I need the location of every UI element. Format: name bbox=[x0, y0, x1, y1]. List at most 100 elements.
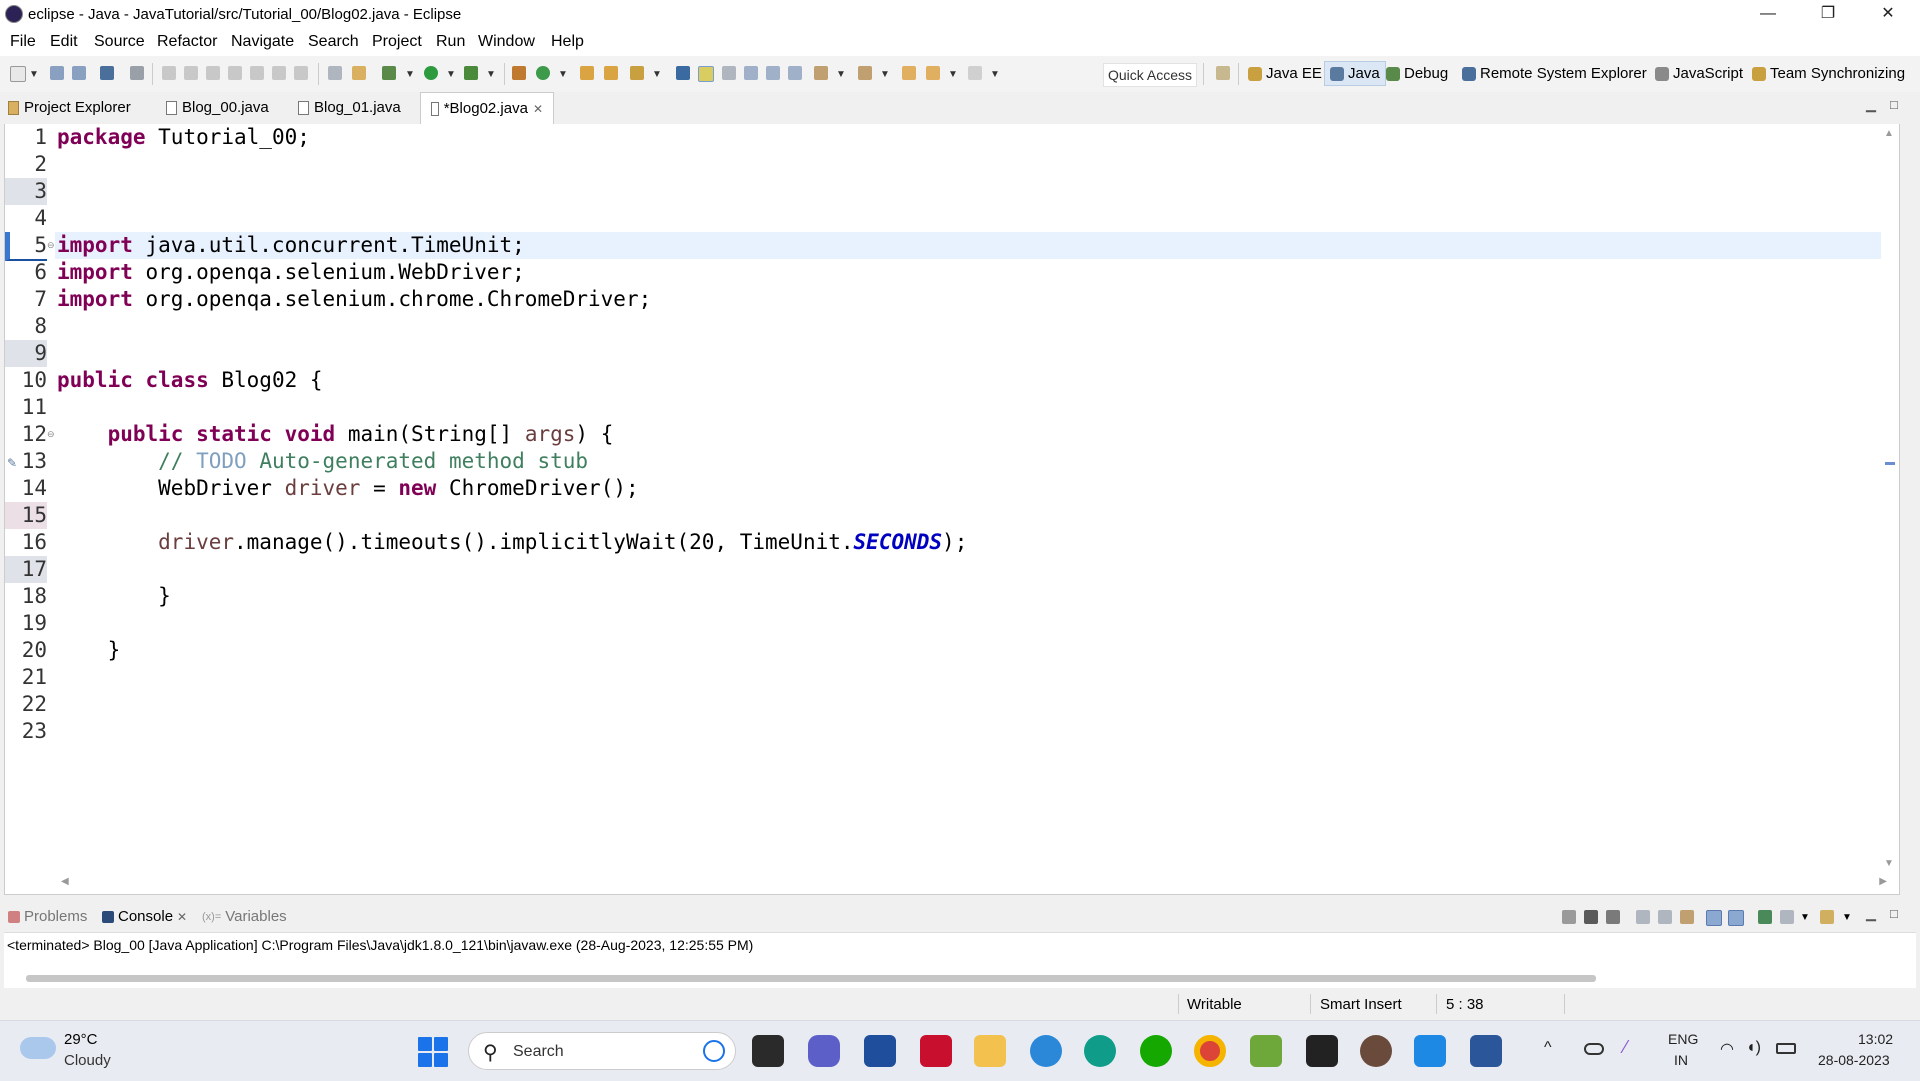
perspective-remote-system-explorer[interactable]: Remote System Explorer bbox=[1462, 65, 1647, 82]
pin-console-icon[interactable] bbox=[1758, 910, 1772, 924]
console-output[interactable]: <terminated> Blog_00 [Java Application] … bbox=[4, 932, 1916, 989]
menu-window[interactable]: Window bbox=[478, 33, 535, 51]
notepad-plus-plus-icon[interactable] bbox=[1250, 1035, 1282, 1067]
overview-marker[interactable] bbox=[1885, 462, 1895, 465]
tab-blog-01[interactable]: Blog_01.java bbox=[298, 99, 401, 116]
new-icon[interactable] bbox=[10, 66, 26, 82]
resume-icon[interactable] bbox=[162, 66, 176, 80]
previous-annotation-icon[interactable] bbox=[858, 66, 872, 80]
weather-temperature[interactable]: 29°C bbox=[64, 1031, 98, 1048]
eclipse-taskbar-icon[interactable] bbox=[1360, 1035, 1392, 1067]
save-icon[interactable] bbox=[50, 66, 64, 80]
remove-all-terminated-icon[interactable] bbox=[1606, 910, 1620, 924]
chrome-icon[interactable] bbox=[1194, 1035, 1226, 1067]
menu-help[interactable]: Help bbox=[551, 33, 584, 51]
step-into-icon[interactable] bbox=[250, 66, 264, 80]
chevron-down-icon[interactable]: ▼ bbox=[446, 69, 456, 80]
scroll-right-icon[interactable]: ▶ bbox=[1879, 876, 1887, 887]
scroll-left-icon[interactable]: ◀ bbox=[61, 876, 69, 887]
cloudy-weather-icon[interactable] bbox=[20, 1037, 56, 1059]
notepad-icon[interactable] bbox=[1414, 1035, 1446, 1067]
perspective-debug[interactable]: Debug bbox=[1386, 65, 1448, 82]
console-scrollbar-thumb[interactable] bbox=[26, 975, 1596, 982]
disconnect-icon[interactable] bbox=[228, 66, 242, 80]
suspend-icon[interactable] bbox=[184, 66, 198, 80]
minimize-editor-icon[interactable]: ▁ bbox=[1866, 97, 1876, 113]
remove-launch-icon[interactable] bbox=[1584, 910, 1598, 924]
status-insert-mode[interactable]: Smart Insert bbox=[1320, 996, 1402, 1013]
scroll-up-icon[interactable]: ▲ bbox=[1884, 128, 1894, 139]
mcafee-icon[interactable] bbox=[920, 1035, 952, 1067]
perspective-java[interactable]: Java bbox=[1324, 61, 1386, 86]
weather-description[interactable]: Cloudy bbox=[64, 1052, 111, 1069]
use-step-filters-icon[interactable] bbox=[352, 66, 366, 80]
chevron-down-icon[interactable]: ▼ bbox=[990, 69, 1000, 80]
step-return-icon[interactable] bbox=[294, 66, 308, 80]
open-perspective-icon[interactable] bbox=[1216, 66, 1230, 80]
taskbar-search-box[interactable]: ⚲ Search bbox=[468, 1032, 736, 1070]
formatter-icon[interactable] bbox=[788, 66, 802, 80]
chevron-up-icon[interactable]: ^ bbox=[1544, 1039, 1552, 1057]
edge-icon[interactable] bbox=[1084, 1035, 1116, 1067]
scroll-lock-icon[interactable] bbox=[1658, 910, 1672, 924]
terminate-icon[interactable] bbox=[1562, 910, 1576, 924]
menu-run[interactable]: Run bbox=[436, 33, 465, 51]
scroll-down-icon[interactable]: ▼ bbox=[1884, 858, 1894, 869]
minimize-button[interactable]: — bbox=[1740, 0, 1796, 28]
code-editor[interactable]: 1 2 3 4 5 6 7 8 9 10 11 12 13 14 15 16 1… bbox=[4, 124, 1900, 895]
language-indicator[interactable]: ENG bbox=[1668, 1031, 1698, 1047]
wifi-icon[interactable]: ◠ bbox=[1720, 1039, 1734, 1059]
task-view-icon[interactable] bbox=[752, 1035, 784, 1067]
quick-access-field[interactable]: Quick Access bbox=[1103, 63, 1197, 87]
chevron-down-icon[interactable]: ▼ bbox=[486, 69, 496, 80]
volume-icon[interactable]: ◖) bbox=[1746, 1039, 1761, 1057]
menu-edit[interactable]: Edit bbox=[50, 33, 78, 51]
close-button[interactable]: ✕ bbox=[1860, 0, 1916, 28]
new-class-icon[interactable] bbox=[536, 66, 550, 80]
chevron-down-icon[interactable]: ▼ bbox=[1800, 912, 1810, 923]
run-icon[interactable] bbox=[424, 66, 438, 80]
chevron-down-icon[interactable]: ▼ bbox=[948, 69, 958, 80]
clock-time[interactable]: 13:02 bbox=[1858, 1031, 1893, 1047]
open-task-icon[interactable] bbox=[604, 66, 618, 80]
next-annotation-icon[interactable] bbox=[814, 66, 828, 80]
forward-icon[interactable] bbox=[968, 66, 982, 80]
windows-start-icon[interactable] bbox=[418, 1037, 448, 1067]
menu-search[interactable]: Search bbox=[308, 33, 359, 51]
terminal-icon[interactable] bbox=[1306, 1035, 1338, 1067]
task-marker-icon[interactable]: ✎ bbox=[7, 456, 17, 470]
highlight-icon[interactable] bbox=[698, 66, 714, 82]
tab-problems[interactable]: Problems bbox=[8, 908, 87, 925]
close-tab-icon[interactable]: ✕ bbox=[533, 102, 543, 116]
search-icon[interactable] bbox=[630, 66, 644, 80]
step-over-icon[interactable] bbox=[272, 66, 286, 80]
chevron-down-icon[interactable]: ▼ bbox=[836, 69, 846, 80]
clock-date[interactable]: 28-08-2023 bbox=[1818, 1052, 1890, 1068]
menu-navigate[interactable]: Navigate bbox=[231, 33, 294, 51]
new-java-project-icon[interactable] bbox=[512, 66, 526, 80]
tab-variables[interactable]: (x)= Variables bbox=[202, 908, 287, 925]
tab-blog-00[interactable]: Blog_00.java bbox=[166, 99, 269, 116]
chevron-down-icon[interactable]: ▼ bbox=[29, 69, 39, 80]
close-tab-icon[interactable]: ✕ bbox=[177, 910, 187, 924]
word-icon[interactable] bbox=[1470, 1035, 1502, 1067]
file-explorer-icon[interactable] bbox=[974, 1035, 1006, 1067]
fold-collapse-icon[interactable]: ⊖ bbox=[47, 429, 55, 440]
perspective-java-ee[interactable]: Java EE bbox=[1248, 65, 1322, 82]
open-console-icon[interactable] bbox=[1820, 910, 1834, 924]
display-console-icon[interactable] bbox=[1780, 910, 1794, 924]
clear-console-icon[interactable] bbox=[1636, 910, 1650, 924]
show-on-error-icon[interactable] bbox=[1728, 910, 1744, 926]
vertical-scrollbar[interactable]: ▲ ▼ bbox=[1881, 124, 1899, 876]
save-all-icon[interactable] bbox=[72, 66, 86, 80]
chevron-down-icon[interactable]: ▼ bbox=[558, 69, 568, 80]
bing-icon[interactable] bbox=[703, 1040, 725, 1062]
minimize-view-icon[interactable]: ▁ bbox=[1866, 906, 1876, 922]
maximize-view-icon[interactable]: □ bbox=[1890, 906, 1898, 921]
region-indicator[interactable]: IN bbox=[1674, 1052, 1688, 1068]
chevron-down-icon[interactable]: ▼ bbox=[1842, 912, 1852, 923]
perspective-team-synchronizing[interactable]: Team Synchronizing bbox=[1752, 65, 1905, 82]
onedrive-icon[interactable] bbox=[1584, 1043, 1604, 1055]
tab-blog02[interactable]: *Blog02.java ✕ bbox=[420, 92, 554, 124]
skip-breakpoints-icon[interactable] bbox=[130, 66, 144, 80]
